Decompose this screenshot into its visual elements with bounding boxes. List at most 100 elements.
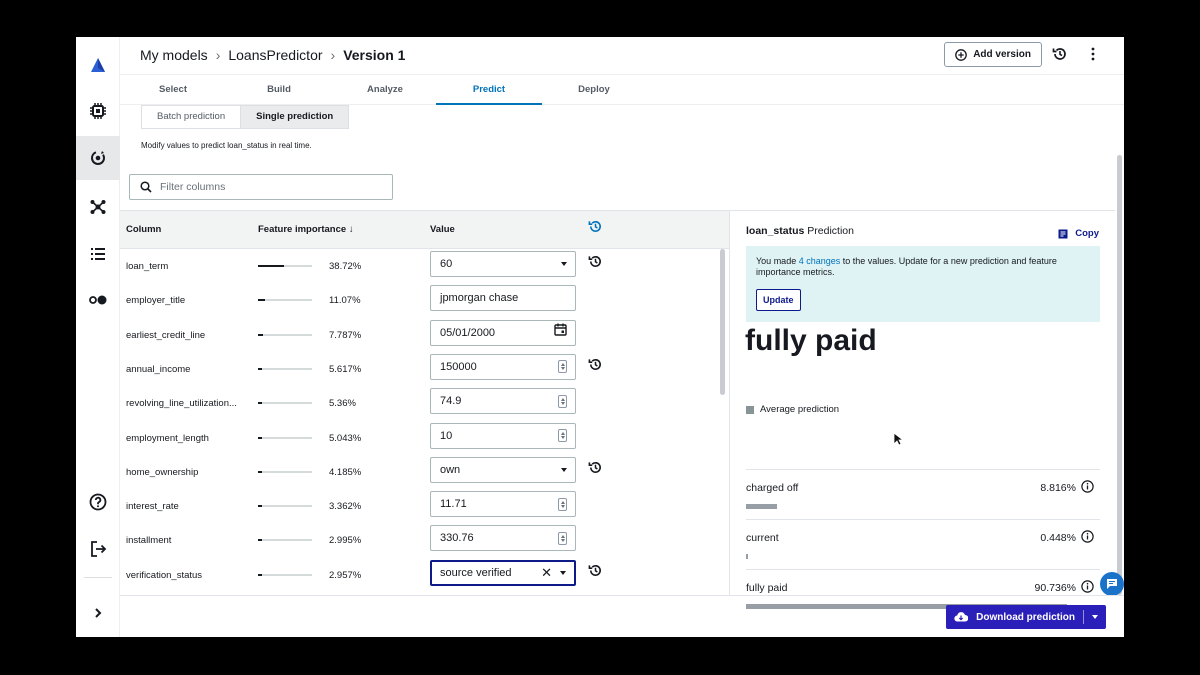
reset-value-history-icon[interactable] bbox=[588, 357, 603, 377]
value-input[interactable]: 10 bbox=[430, 422, 576, 449]
value-input[interactable]: jpmorgan chase bbox=[430, 285, 576, 312]
table-row: verification_status 2.957% source verified… bbox=[120, 558, 729, 592]
calendar-icon[interactable] bbox=[554, 321, 567, 345]
network-icon[interactable] bbox=[76, 185, 120, 229]
tab-build[interactable]: Build bbox=[226, 75, 332, 105]
class-name: charged off bbox=[746, 482, 799, 494]
importance-value: 2.995% bbox=[329, 535, 362, 547]
update-button[interactable]: Update bbox=[756, 289, 801, 311]
feature-importance-header[interactable]: Feature importance ↓ bbox=[258, 224, 354, 235]
class-probability: 0.448% bbox=[1040, 532, 1076, 544]
value-input[interactable]: 05/01/2000 bbox=[430, 319, 576, 346]
toggle-icon[interactable] bbox=[76, 278, 120, 322]
page-scrollbar[interactable] bbox=[1117, 155, 1122, 595]
importance-bar-fill bbox=[258, 299, 265, 302]
download-prediction-button[interactable]: Download prediction bbox=[946, 605, 1106, 629]
importance-value: 7.787% bbox=[329, 329, 362, 341]
dropdown-caret-icon[interactable] bbox=[1092, 615, 1098, 619]
value-input[interactable]: source verified ✕ bbox=[430, 559, 576, 586]
table-header: Column Feature importance ↓ Value bbox=[120, 211, 729, 249]
dropdown-caret-icon[interactable] bbox=[560, 570, 566, 575]
help-icon[interactable] bbox=[76, 480, 120, 524]
importance-value: 38.72% bbox=[329, 261, 362, 272]
tab-select[interactable]: Select bbox=[120, 75, 226, 105]
breadcrumb-my-models[interactable]: My models bbox=[140, 47, 208, 63]
importance-value: 2.957% bbox=[329, 569, 362, 581]
importance-bar-fill bbox=[258, 265, 284, 267]
single-prediction-button[interactable]: Single prediction bbox=[240, 106, 349, 128]
value-text: 150000 bbox=[440, 360, 477, 373]
table-row: installment 2.995% 330.76 bbox=[120, 523, 729, 557]
more-options-icon[interactable] bbox=[1090, 46, 1096, 67]
table-scrollbar[interactable] bbox=[720, 249, 725, 395]
reset-value-history-icon[interactable] bbox=[588, 563, 603, 583]
number-stepper-icon[interactable] bbox=[558, 360, 567, 374]
dropdown-caret-icon[interactable] bbox=[561, 467, 567, 472]
plus-circle-icon bbox=[955, 48, 968, 61]
sign-out-icon[interactable] bbox=[76, 527, 120, 571]
value-input[interactable]: own bbox=[430, 456, 576, 483]
info-icon[interactable] bbox=[1081, 530, 1094, 548]
value-input[interactable]: 150000 bbox=[430, 353, 576, 380]
add-version-button[interactable]: Add version bbox=[944, 42, 1042, 67]
value-input[interactable]: 330.76 bbox=[430, 525, 576, 552]
search-placeholder: Filter columns bbox=[160, 181, 226, 193]
breadcrumb: My models › LoansPredictor › Version 1 bbox=[140, 47, 405, 63]
importance-bar bbox=[258, 299, 312, 302]
my-models-icon[interactable] bbox=[76, 136, 120, 180]
changes-alert: You made 4 changes to the values. Update… bbox=[746, 246, 1100, 322]
table-row: earliest_credit_line 7.787% 05/01/2000 bbox=[120, 318, 729, 352]
clear-value-icon[interactable]: ✕ bbox=[541, 562, 552, 584]
importance-bar bbox=[258, 367, 312, 370]
prediction-suffix: Prediction bbox=[807, 225, 854, 237]
chip-icon[interactable] bbox=[76, 89, 120, 133]
value-input[interactable]: 11.71 bbox=[430, 491, 576, 518]
value-text: 74.9 bbox=[440, 395, 462, 408]
target-column-name: loan_status bbox=[746, 225, 805, 237]
tab-analyze[interactable]: Analyze bbox=[332, 75, 438, 105]
number-stepper-icon[interactable] bbox=[558, 531, 567, 545]
prediction-mode-toggle: Batch prediction Single prediction bbox=[141, 105, 350, 129]
importance-bar-fill bbox=[258, 505, 262, 508]
value-input[interactable]: 60 bbox=[430, 251, 576, 277]
canvas-logo-icon[interactable] bbox=[76, 43, 120, 87]
importance-value: 3.362% bbox=[329, 501, 362, 513]
reset-value-history-icon[interactable] bbox=[588, 254, 603, 274]
value-text: 330.76 bbox=[440, 532, 474, 545]
importance-value: 5.36% bbox=[329, 398, 356, 410]
button-divider bbox=[1083, 610, 1084, 624]
chat-feedback-button[interactable] bbox=[1100, 572, 1124, 596]
value-text: 60 bbox=[440, 258, 453, 270]
tab-predict[interactable]: Predict bbox=[436, 75, 542, 105]
value-header: Value bbox=[430, 224, 455, 235]
search-icon bbox=[140, 181, 152, 193]
copy-button[interactable]: Copy bbox=[1058, 228, 1099, 239]
table-row: home_ownership 4.185% own bbox=[120, 455, 729, 489]
column-name: earliest_credit_line bbox=[126, 329, 206, 341]
reset-all-history-icon[interactable] bbox=[588, 219, 603, 237]
importance-value: 11.07% bbox=[329, 295, 361, 307]
list-icon[interactable] bbox=[76, 232, 120, 276]
predict-hint: Modify values to predict loan_status in … bbox=[141, 141, 312, 150]
number-stepper-icon[interactable] bbox=[558, 497, 567, 511]
importance-bar bbox=[258, 539, 312, 542]
number-stepper-icon[interactable] bbox=[558, 394, 567, 408]
info-icon[interactable] bbox=[1081, 480, 1094, 498]
rail-divider bbox=[84, 577, 112, 578]
changes-link[interactable]: 4 changes bbox=[799, 256, 841, 266]
dropdown-caret-icon[interactable] bbox=[561, 262, 567, 266]
number-stepper-icon[interactable] bbox=[558, 429, 567, 442]
reset-value-history-icon[interactable] bbox=[588, 460, 603, 480]
filter-columns-search[interactable]: Filter columns bbox=[129, 174, 393, 200]
tab-deploy[interactable]: Deploy bbox=[541, 75, 647, 105]
chat-icon bbox=[1107, 579, 1117, 589]
batch-prediction-button[interactable]: Batch prediction bbox=[142, 106, 240, 128]
importance-bar-fill bbox=[258, 539, 262, 542]
download-prediction-label: Download prediction bbox=[976, 611, 1075, 623]
expand-chevron-icon[interactable] bbox=[76, 591, 120, 635]
column-name: installment bbox=[126, 535, 172, 547]
mouse-pointer-icon bbox=[893, 432, 905, 451]
breadcrumb-model[interactable]: LoansPredictor bbox=[228, 47, 322, 63]
version-history-icon[interactable] bbox=[1052, 46, 1068, 67]
value-input[interactable]: 74.9 bbox=[430, 388, 576, 415]
